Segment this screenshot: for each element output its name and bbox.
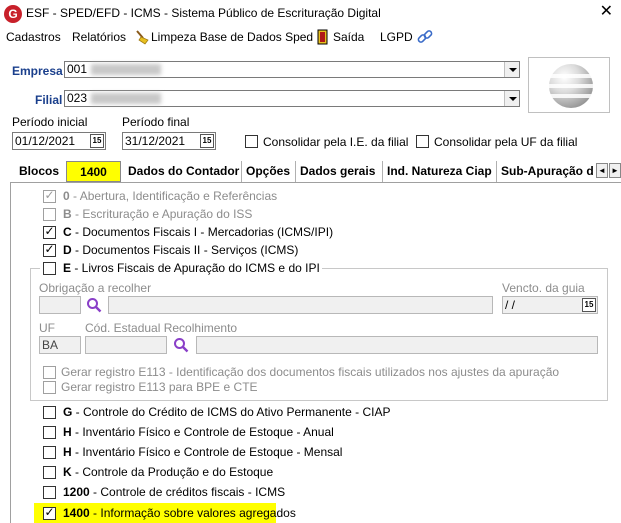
obrigacao-desc-input[interactable] [108, 296, 493, 314]
calendar-icon[interactable]: 15 [200, 134, 214, 148]
tab-opcoes[interactable]: Opções [242, 161, 296, 182]
tab-dados-contador[interactable]: Dados do Contador [124, 161, 242, 182]
bloco-0-label: 0 - Abertura, Identificação e Referência… [63, 189, 278, 203]
periodo-final-value: 31/12/2021 [125, 134, 186, 148]
menu-cadastros[interactable]: Cadastros [6, 30, 61, 44]
consolidar-uf-checkbox[interactable] [416, 135, 429, 148]
calendar-icon[interactable]: 15 [582, 298, 596, 312]
title-bar: G ESF - SPED/EFD - ICMS - Sistema Públic… [0, 0, 621, 27]
gerar-e113-bpe-label: Gerar registro E113 para BPE e CTE [61, 380, 258, 394]
consolidar-ie-label: Consolidar pela I.E. da filial [263, 135, 409, 149]
menu-relatorios[interactable]: Relatórios [72, 30, 126, 44]
vencto-value: / / [505, 298, 516, 312]
filial-label: Filial [35, 93, 63, 107]
uf-label: UF [39, 321, 55, 335]
vencto-label: Vencto. da guia [502, 281, 585, 295]
bloco-1400-label: 1400 - Informação sobre valores agregado… [63, 506, 296, 520]
bloco-k-label: K - Controle da Produção e do Estoque [63, 465, 274, 479]
bloco-h-anual-label: H - Inventário Físico e Controle de Esto… [63, 425, 334, 439]
exit-door-icon [317, 29, 328, 45]
consolidar-ie-checkbox[interactable] [245, 135, 258, 148]
bloco-h-anual-checkbox[interactable] [43, 426, 56, 439]
obrigacao-label: Obrigação a recolher [39, 281, 152, 295]
tab-sub-apuracao[interactable]: Sub-Apuração d [497, 161, 597, 182]
bloco-1400-checkbox[interactable]: ✓ [43, 505, 56, 520]
tab-blocos[interactable]: Blocos [10, 161, 66, 182]
bloco-e-label: E - Livros Fiscais de Apuração do ICMS e… [63, 261, 320, 275]
search-icon[interactable] [173, 337, 189, 353]
periodo-inicial-input[interactable]: 01/12/2021 15 [12, 132, 106, 150]
tab-scroll-left-icon[interactable]: ◄ [596, 163, 608, 178]
window-title: ESF - SPED/EFD - ICMS - Sistema Público … [26, 6, 381, 20]
bloco-c-label: C - Documentos Fiscais I - Mercadorias (… [63, 225, 334, 239]
filial-value: 023 [67, 91, 88, 105]
chevron-down-icon[interactable] [504, 62, 519, 77]
bloco-e-checkbox[interactable] [43, 262, 56, 275]
consolidar-uf-label: Consolidar pela UF da filial [434, 135, 578, 149]
tab-dados-gerais[interactable]: Dados gerais [296, 161, 383, 182]
gerar-e113-checkbox [43, 366, 56, 379]
cod-estadual-label: Cód. Estadual Recolhimento [85, 321, 238, 335]
bloco-g-label: G - Controle do Crédito de ICMS do Ativo… [63, 405, 391, 419]
periodo-final-input[interactable]: 31/12/2021 15 [122, 132, 216, 150]
tab-strip: Blocos 1400 Dados do Contador Opções Dad… [10, 161, 621, 182]
close-icon[interactable]: ✕ [600, 3, 613, 21]
bloco-d-label: D - Documentos Fiscais II - Serviços (IC… [63, 243, 299, 257]
tab-scroll-right-icon[interactable]: ► [609, 163, 621, 178]
gerar-e113-bpe-checkbox [43, 381, 56, 394]
periodo-inicial-value: 01/12/2021 [15, 134, 76, 148]
chevron-down-icon[interactable] [504, 91, 519, 106]
search-icon[interactable] [86, 297, 102, 313]
bloco-1200-label: 1200 - Controle de créditos fiscais - IC… [63, 485, 286, 499]
menu-bar: Cadastros Relatórios Limpeza Base de Dad… [0, 27, 621, 48]
bloco-b-label: B - Escrituração e Apuração do ISS [63, 207, 253, 221]
bloco-g-checkbox[interactable] [43, 406, 56, 419]
bloco-h-mensal-checkbox[interactable] [43, 446, 56, 459]
bloco-h-mensal-label: H - Inventário Físico e Controle de Esto… [63, 445, 343, 459]
tab-1400[interactable]: 1400 [66, 161, 121, 182]
menu-saida[interactable]: Saída [333, 30, 364, 44]
empresa-value: 001 [67, 62, 88, 76]
gerar-e113-label: Gerar registro E113 - Identificação dos … [61, 365, 560, 379]
bloco-0-checkbox: ✓ [43, 188, 56, 203]
link-chain-icon [417, 30, 433, 43]
calendar-icon[interactable]: 15 [90, 134, 104, 148]
bloco-1200-checkbox[interactable] [43, 486, 56, 499]
vencto-input[interactable]: / / 15 [502, 296, 598, 314]
bloco-b-checkbox [43, 208, 56, 221]
uf-value: BA [42, 338, 59, 352]
periodo-inicial-label: Período inicial [12, 115, 88, 129]
tab-ind-natureza-ciap[interactable]: Ind. Natureza Ciap [383, 161, 497, 182]
empresa-select[interactable]: 001 [64, 61, 520, 78]
app-logo: G [4, 5, 22, 23]
empresa-label: Empresa [12, 64, 63, 78]
periodo-final-label: Período final [122, 115, 190, 129]
bloco-d-checkbox[interactable]: ✓ [43, 242, 56, 257]
cod-estadual-input[interactable] [85, 336, 167, 354]
company-logo [528, 57, 610, 113]
broom-icon [136, 30, 149, 45]
redacted-text [91, 93, 162, 105]
bloco-k-checkbox[interactable] [43, 466, 56, 479]
cod-estadual-desc-input[interactable] [196, 336, 598, 354]
obrigacao-code-input[interactable] [39, 296, 81, 314]
menu-lgpd[interactable]: LGPD [380, 30, 413, 44]
uf-input[interactable]: BA [39, 336, 81, 354]
filial-select[interactable]: 023 [64, 90, 520, 107]
menu-limpeza[interactable]: Limpeza Base de Dados Sped [151, 30, 313, 44]
redacted-text [91, 64, 162, 76]
bloco-c-checkbox[interactable]: ✓ [43, 224, 56, 239]
